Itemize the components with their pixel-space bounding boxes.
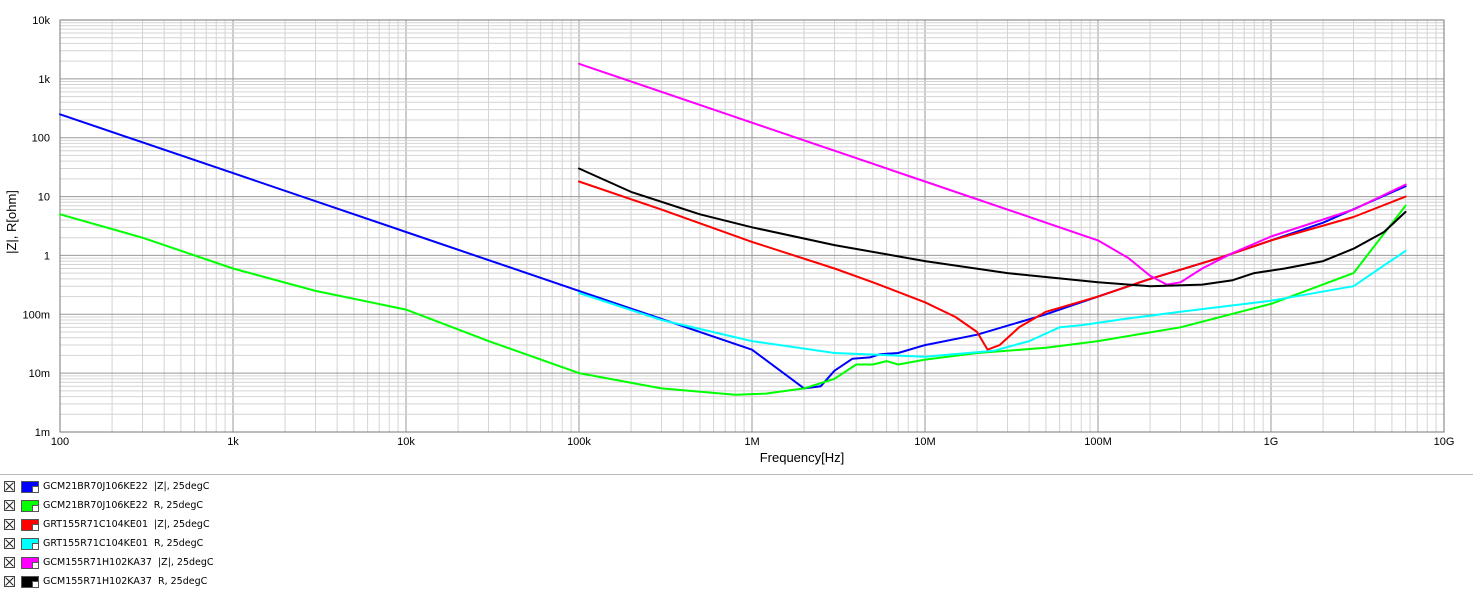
legend-label: GCM155R71H102KA37 |Z|, 25degC (43, 557, 214, 568)
y-tick-label: 1 (44, 250, 50, 262)
legend-item: GCM21BR70J106KE22 R, 25degC (0, 496, 1473, 515)
y-tick-label: 10 (38, 192, 50, 204)
legend-toggle-checkbox[interactable] (4, 500, 15, 511)
legend-toggle-checkbox[interactable] (4, 557, 15, 568)
legend-item: GCM155R71H102KA37 |Z|, 25degC (0, 553, 1473, 572)
x-tick-label: 10M (914, 436, 935, 448)
legend-color-swatch[interactable] (21, 556, 39, 569)
legend-color-swatch[interactable] (21, 537, 39, 550)
x-axis-label: Frequency[Hz] (760, 450, 845, 465)
legend-item: GCM155R71H102KA37 R, 25degC (0, 572, 1473, 591)
legend-toggle-checkbox[interactable] (4, 519, 15, 530)
y-tick-label: 1m (35, 427, 50, 439)
x-tick-label: 1k (227, 436, 239, 448)
y-tick-label: 10k (32, 15, 50, 27)
y-tick-label: 100 (32, 133, 50, 145)
y-tick-label: 100m (22, 309, 50, 321)
legend-item: GRT155R71C104KE01 |Z|, 25degC (0, 515, 1473, 534)
legend-toggle-checkbox[interactable] (4, 576, 15, 587)
legend-color-swatch[interactable] (21, 575, 39, 588)
x-tick-label: 10G (1434, 436, 1455, 448)
impedance-chart: 100 1k 10k 100k 1M 10M 100M 1G 10G 1m 10m 100m 1 10 10… (4, 15, 1455, 465)
legend-color-swatch[interactable] (21, 480, 39, 493)
x-tick-label: 1M (744, 436, 759, 448)
legend-toggle-checkbox[interactable] (4, 538, 15, 549)
legend-label: GRT155R71C104KE01 R, 25degC (43, 538, 204, 549)
x-tick-label: 1G (1264, 436, 1279, 448)
legend-label: GCM21BR70J106KE22 R, 25degC (43, 500, 204, 511)
x-tick-label: 100k (567, 436, 591, 448)
legend-label: GCM155R71H102KA37 R, 25degC (43, 576, 208, 587)
x-tick-label: 100 (51, 436, 69, 448)
plot-area: 100 1k 10k 100k 1M 10M 100M 1G 10G 1m 10m 100m 1 10 10… (0, 0, 1473, 474)
legend-panel: GCM21BR70J106KE22 |Z|, 25degC GCM21BR70J1… (0, 474, 1473, 589)
y-tick-label: 1k (38, 74, 50, 86)
legend-label: GCM21BR70J106KE22 |Z|, 25degC (43, 481, 210, 492)
y-axis-label: |Z|, R[ohm] (4, 190, 19, 254)
legend-item: GCM21BR70J106KE22 |Z|, 25degC (0, 477, 1473, 496)
legend-toggle-checkbox[interactable] (4, 481, 15, 492)
y-tick-label: 10m (29, 368, 50, 380)
legend-color-swatch[interactable] (21, 499, 39, 512)
legend-color-swatch[interactable] (21, 518, 39, 531)
legend-item: GRT155R71C104KE01 R, 25degC (0, 534, 1473, 553)
x-tick-label: 10k (397, 436, 415, 448)
x-tick-label: 100M (1084, 436, 1112, 448)
legend-label: GRT155R71C104KE01 |Z|, 25degC (43, 519, 210, 530)
